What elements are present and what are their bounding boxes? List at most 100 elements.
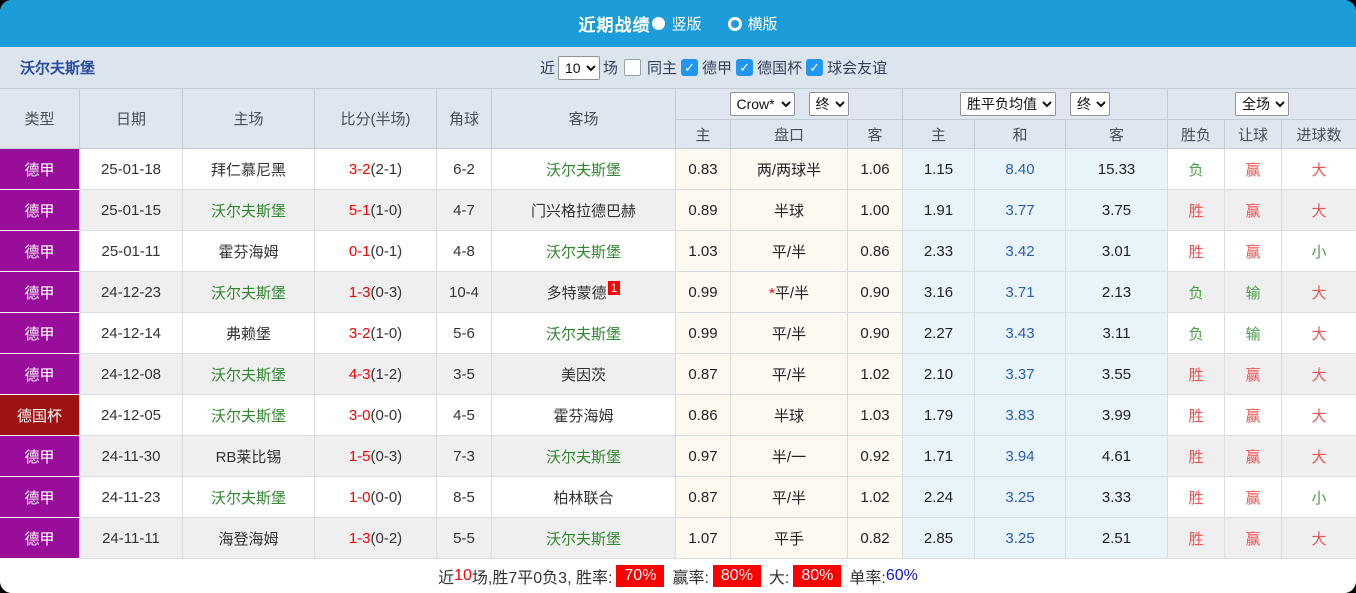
footer-count: 10 (454, 567, 472, 584)
same-home-checkbox[interactable] (624, 59, 642, 76)
away-team[interactable]: 多特蒙德 1 (492, 272, 676, 313)
match-row: 德甲 24-11-11 海登海姆 1-3(0-2) 5-5 沃尔夫斯堡 1.07 平手 0.82… (0, 518, 1356, 559)
goals-outcome: 大 (1282, 354, 1356, 395)
home-team[interactable]: 霍芬海姆 (183, 231, 315, 272)
avg-home-odds: 2.24 (903, 477, 975, 518)
team-name-link[interactable]: 沃尔夫斯堡 (20, 57, 95, 78)
league-type-badge: 德甲 (0, 436, 80, 477)
avg-time-select[interactable]: 终 (1070, 92, 1110, 116)
away-handicap-odds: 1.02 (848, 354, 903, 395)
same-home-label[interactable]: 同主 (647, 57, 677, 78)
league-dfb-pokal-label[interactable]: 德国杯 (757, 57, 802, 78)
col-away: 客场 (492, 89, 676, 149)
away-handicap-odds: 0.90 (848, 272, 903, 313)
goals-outcome: 大 (1282, 272, 1356, 313)
horizontal-layout-label[interactable]: 横版 (748, 13, 778, 34)
away-team[interactable]: 美因茨 (492, 354, 676, 395)
home-team[interactable]: 拜仁慕尼黑 (183, 149, 315, 190)
vertical-layout-label[interactable]: 竖版 (671, 13, 701, 34)
home-team[interactable]: 弗赖堡 (183, 313, 315, 354)
avg-away-odds: 3.75 (1066, 190, 1169, 231)
match-row: 德甲 25-01-15 沃尔夫斯堡 5-1(1-0) 4-7 门兴格拉德巴赫 0.89 半球 1… (0, 190, 1356, 231)
match-count-select[interactable]: 10 (558, 55, 601, 80)
avg-draw-odds: 3.25 (975, 518, 1066, 559)
match-row: 德甲 24-11-23 沃尔夫斯堡 1-0(0-0) 8-5 柏林联合 0.87 平/半 1.0… (0, 477, 1356, 518)
result-outcome: 胜 (1168, 190, 1226, 231)
avg-draw-odds: 3.83 (975, 395, 1066, 436)
home-team[interactable]: 沃尔夫斯堡 (183, 395, 315, 436)
single-rate-value: 60% (885, 567, 918, 584)
handicap-outcome: 赢 (1225, 149, 1283, 190)
corners-cell: 5-5 (437, 518, 492, 559)
result-outcome: 胜 (1168, 231, 1226, 272)
away-team[interactable]: 沃尔夫斯堡 (492, 231, 676, 272)
league-type-badge: 德甲 (0, 354, 80, 395)
subcol-avg-draw: 和 (975, 120, 1066, 149)
league-dfb-pokal-checkbox[interactable]: ✓ (736, 59, 754, 76)
home-team[interactable]: 沃尔夫斯堡 (183, 477, 315, 518)
col-home: 主场 (183, 89, 315, 149)
odds-time-select[interactable]: 终 (808, 92, 849, 116)
handicap-outcome: 输 (1225, 272, 1283, 313)
vertical-layout-radio[interactable] (652, 17, 666, 30)
away-team[interactable]: 门兴格拉德巴赫 (492, 190, 676, 231)
avg-type-select[interactable]: 胜平负均值 (960, 92, 1056, 116)
subcol-home-odds: 主 (676, 120, 731, 149)
home-team[interactable]: 沃尔夫斯堡 (183, 190, 315, 231)
corners-cell: 6-2 (437, 149, 492, 190)
handicap-line: 平/半 (731, 313, 848, 354)
score-cell: 1-3(0-3) (315, 272, 437, 313)
odds-source-select[interactable]: Crow* (729, 92, 795, 116)
goals-outcome: 大 (1282, 313, 1356, 354)
league-club-friendly-label[interactable]: 球会友谊 (827, 57, 887, 78)
handicap-outcome: 赢 (1225, 190, 1283, 231)
match-date: 24-11-23 (80, 477, 183, 518)
win-rate-badge: 70% (616, 565, 665, 587)
avg-draw-odds: 3.37 (975, 354, 1066, 395)
home-handicap-odds: 0.87 (676, 354, 731, 395)
footer-near-label: 近 (438, 570, 455, 587)
avg-draw-odds: 3.94 (975, 436, 1066, 477)
away-handicap-odds: 1.02 (848, 477, 903, 518)
score-cell: 3-2(2-1) (315, 149, 437, 190)
match-date: 24-12-05 (80, 395, 183, 436)
home-team[interactable]: RB莱比锡 (183, 436, 315, 477)
home-team[interactable]: 沃尔夫斯堡 (183, 272, 315, 313)
away-team[interactable]: 霍芬海姆 (492, 395, 676, 436)
away-team[interactable]: 柏林联合 (492, 477, 676, 518)
league-club-friendly-checkbox[interactable]: ✓ (806, 59, 824, 76)
avg-away-odds: 15.33 (1066, 149, 1169, 190)
home-team[interactable]: 海登海姆 (183, 518, 315, 559)
away-team[interactable]: 沃尔夫斯堡 (492, 313, 676, 354)
corners-cell: 4-7 (437, 190, 492, 231)
corners-cell: 3-5 (437, 354, 492, 395)
home-handicap-odds: 0.86 (676, 395, 731, 436)
league-bundesliga-label[interactable]: 德甲 (702, 57, 732, 78)
handicap-line: 半球 (731, 395, 848, 436)
horizontal-layout-radio[interactable] (727, 16, 742, 31)
home-handicap-odds: 0.99 (676, 272, 731, 313)
scope-select[interactable]: 全场 (1235, 92, 1290, 116)
away-team[interactable]: 沃尔夫斯堡 (492, 149, 676, 190)
league-type-badge: 德国杯 (0, 395, 80, 436)
goals-outcome: 大 (1282, 149, 1356, 190)
handicap-outcome: 输 (1225, 313, 1283, 354)
away-handicap-odds: 0.86 (848, 231, 903, 272)
subcol-let-goal: 让球 (1225, 120, 1283, 149)
result-outcome: 胜 (1168, 477, 1226, 518)
match-date: 24-12-08 (80, 354, 183, 395)
score-cell: 3-2(1-0) (315, 313, 437, 354)
away-team[interactable]: 沃尔夫斯堡 (492, 518, 676, 559)
away-handicap-odds: 1.03 (848, 395, 903, 436)
recent-results-panel: 近期战绩 竖版 横版 沃尔夫斯堡 近 10 场 同主 ✓ 德甲 ✓ 德国杯 ✓ … (0, 0, 1356, 593)
avg-away-odds: 3.99 (1066, 395, 1169, 436)
goals-outcome: 大 (1282, 518, 1356, 559)
avg-draw-odds: 3.77 (975, 190, 1066, 231)
away-team[interactable]: 沃尔夫斯堡 (492, 436, 676, 477)
home-handicap-odds: 1.03 (676, 231, 731, 272)
league-bundesliga-checkbox[interactable]: ✓ (681, 59, 699, 76)
result-outcome: 胜 (1168, 436, 1226, 477)
avg-home-odds: 1.91 (903, 190, 975, 231)
match-date: 24-11-30 (80, 436, 183, 477)
home-team[interactable]: 沃尔夫斯堡 (183, 354, 315, 395)
